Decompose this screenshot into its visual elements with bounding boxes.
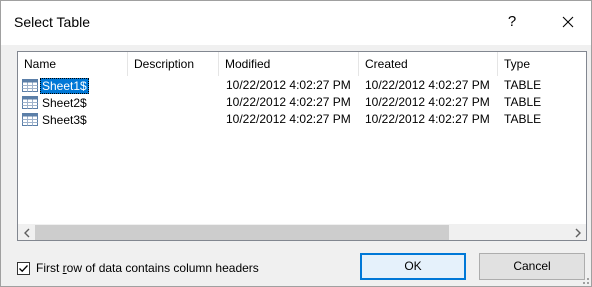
- row-name-cell[interactable]: Sheet2$: [22, 94, 128, 111]
- table-row[interactable]: Sheet3$ 10/22/2012 4:02:27 PM 10/22/2012 4…: [18, 111, 586, 128]
- first-row-headers-label[interactable]: First row of data contains column header…: [36, 261, 259, 275]
- help-button[interactable]: ?: [497, 9, 527, 35]
- close-button[interactable]: [553, 9, 583, 35]
- row-modified: 10/22/2012 4:02:27 PM: [226, 95, 351, 109]
- row-created: 10/22/2012 4:02:27 PM: [365, 78, 490, 92]
- scroll-right-button[interactable]: [569, 224, 586, 240]
- row-modified: 10/22/2012 4:02:27 PM: [226, 78, 351, 92]
- table-icon: [22, 79, 38, 92]
- column-header-name[interactable]: Name: [18, 52, 128, 76]
- list-header: Name Description Modified Created Type: [18, 52, 586, 76]
- chevron-right-icon: [575, 228, 581, 237]
- row-modified: 10/22/2012 4:02:27 PM: [226, 112, 351, 126]
- table-row[interactable]: Sheet2$ 10/22/2012 4:02:27 PM 10/22/2012 4…: [18, 94, 586, 111]
- table-list[interactable]: Name Description Modified Created Type S…: [17, 51, 587, 241]
- horizontal-scrollbar[interactable]: [18, 224, 586, 240]
- resize-grip-icon[interactable]: [577, 272, 591, 286]
- row-name: Sheet1$: [40, 77, 89, 94]
- table-icon: [22, 113, 38, 126]
- first-row-headers-checkbox[interactable]: [17, 261, 30, 275]
- title-bar: Select Table ?: [1, 1, 591, 45]
- select-table-dialog: Select Table ? Name Description Modified…: [0, 0, 592, 287]
- first-row-headers-option[interactable]: First row of data contains column header…: [17, 259, 259, 277]
- ok-button[interactable]: OK: [360, 253, 466, 280]
- row-type: TABLE: [504, 112, 542, 126]
- table-icon: [22, 96, 38, 109]
- checkmark-icon: [19, 264, 28, 272]
- row-type: TABLE: [504, 95, 542, 109]
- row-name-cell[interactable]: Sheet1$: [22, 77, 128, 94]
- table-row[interactable]: Sheet1$ 10/22/2012 4:02:27 PM 10/22/2012 4…: [18, 77, 586, 94]
- dialog-title: Select Table: [14, 14, 91, 30]
- column-header-type[interactable]: Type: [498, 52, 586, 76]
- row-name: Sheet3$: [42, 112, 87, 127]
- column-header-modified[interactable]: Modified: [219, 52, 359, 76]
- scroll-thumb[interactable]: [35, 225, 449, 240]
- row-created: 10/22/2012 4:02:27 PM: [365, 95, 490, 109]
- scroll-left-button[interactable]: [18, 224, 35, 240]
- row-created: 10/22/2012 4:02:27 PM: [365, 112, 490, 126]
- column-header-created[interactable]: Created: [359, 52, 498, 76]
- column-header-description[interactable]: Description: [128, 52, 219, 76]
- row-name-cell[interactable]: Sheet3$: [22, 111, 128, 128]
- row-name: Sheet2$: [42, 95, 87, 110]
- close-icon: [562, 16, 574, 28]
- chevron-left-icon: [23, 228, 29, 237]
- cancel-button[interactable]: Cancel: [479, 253, 585, 280]
- row-type: TABLE: [504, 78, 542, 92]
